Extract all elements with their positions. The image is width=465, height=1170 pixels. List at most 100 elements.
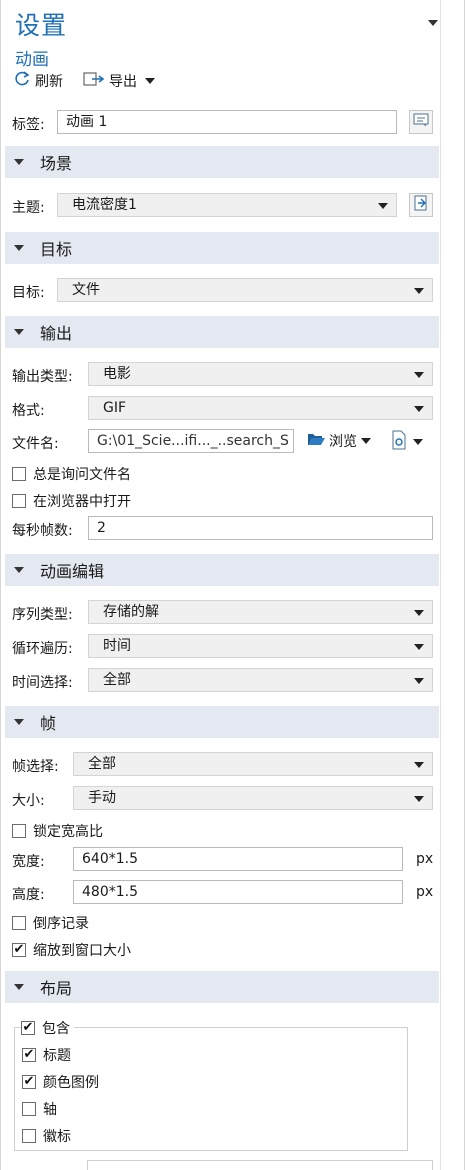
collapse-icon xyxy=(14,567,24,573)
height-input[interactable]: 480*1.5 xyxy=(73,880,403,904)
section-animation-editing[interactable]: 动画编辑 xyxy=(5,554,439,586)
target-row: 目标: xyxy=(12,282,45,302)
width-unit: px xyxy=(416,851,434,867)
go-to-source-icon xyxy=(413,195,429,215)
collapse-icon xyxy=(14,719,24,725)
always-ask-checkbox[interactable] xyxy=(12,467,26,481)
height-label: 高度: xyxy=(12,887,45,903)
target-select[interactable]: 文件 xyxy=(57,278,433,302)
toolbar: 刷新 导出 xyxy=(13,70,155,92)
section-frames[interactable]: 帧 xyxy=(5,706,439,738)
chevron-down-icon xyxy=(414,762,424,768)
reverse-label: 倒序记录 xyxy=(33,916,89,932)
panel-menu-chevron-icon[interactable] xyxy=(428,15,438,31)
time-selection-value: 全部 xyxy=(103,672,131,688)
file-location-dropdown-icon xyxy=(413,434,423,450)
fit-window-label: 缩放到窗口大小 xyxy=(33,943,131,959)
fit-window-checkbox[interactable]: ✔ xyxy=(12,943,26,957)
output-type-row: 输出类型: xyxy=(12,366,73,386)
refresh-label: 刷新 xyxy=(35,74,63,90)
export-icon xyxy=(83,71,105,91)
export-button[interactable]: 导出 xyxy=(83,71,155,91)
frame-selection-value: 全部 xyxy=(88,756,116,772)
sequence-type-row: 序列类型: xyxy=(12,604,73,624)
partial-next-field xyxy=(87,1160,433,1170)
browse-label: 浏览 xyxy=(329,434,357,450)
fps-row: 每秒帧数: xyxy=(12,520,73,540)
lock-ratio-checkbox[interactable] xyxy=(12,824,26,838)
axis-checkbox[interactable] xyxy=(22,1102,36,1116)
chevron-down-icon xyxy=(414,372,424,378)
open-in-browser-label: 在浏览器中打开 xyxy=(33,494,131,510)
logo-label: 徽标 xyxy=(43,1129,71,1145)
axis-label: 轴 xyxy=(43,1102,57,1118)
file-location-icon xyxy=(391,430,409,454)
frame-selection-row: 帧选择: xyxy=(12,756,59,776)
collapse-icon xyxy=(14,245,24,251)
section-scene[interactable]: 场景 xyxy=(5,146,439,178)
section-frames-title: 帧 xyxy=(40,714,57,733)
browse-dropdown-icon xyxy=(361,433,371,449)
sequence-type-select[interactable]: 存储的解 xyxy=(88,600,433,624)
color-legend-checkbox[interactable]: ✔ xyxy=(22,1075,36,1089)
loop-select[interactable]: 时间 xyxy=(88,634,433,658)
frame-selection-select[interactable]: 全部 xyxy=(73,752,433,776)
logo-checkbox[interactable] xyxy=(22,1129,36,1143)
filename-label: 文件名: xyxy=(12,436,59,452)
height-unit: px xyxy=(416,884,434,900)
label-field-label: 标签: xyxy=(12,117,45,133)
section-animation-editing-title: 动画编辑 xyxy=(40,562,105,581)
collapse-icon xyxy=(14,159,24,165)
section-target[interactable]: 目标 xyxy=(5,232,439,264)
time-selection-row: 时间选择: xyxy=(12,672,73,692)
title-row[interactable]: ✔ 标题 xyxy=(22,1045,71,1065)
reverse-checkbox[interactable] xyxy=(12,916,26,930)
chevron-down-icon xyxy=(378,203,388,209)
logo-row[interactable]: 徽标 xyxy=(22,1126,71,1146)
include-checkbox[interactable]: ✔ xyxy=(21,1021,35,1035)
output-type-select[interactable]: 电影 xyxy=(88,362,433,386)
filename-input[interactable]: G:\01_Scie...ifi..._..search_S xyxy=(88,429,294,453)
frame-selection-label: 帧选择: xyxy=(12,759,59,775)
width-input[interactable]: 640*1.5 xyxy=(73,847,403,871)
label-editor-button[interactable] xyxy=(409,110,433,134)
title-label: 标题 xyxy=(43,1048,71,1064)
file-location-button[interactable] xyxy=(391,430,423,454)
color-legend-row[interactable]: ✔ 颜色图例 xyxy=(22,1072,99,1092)
section-layout[interactable]: 布局 xyxy=(5,971,439,1003)
chevron-down-icon xyxy=(414,678,424,684)
fps-label: 每秒帧数: xyxy=(12,523,73,539)
subject-value: 电流密度1 xyxy=(72,197,137,213)
subject-select[interactable]: 电流密度1 xyxy=(57,193,397,217)
fit-window-row[interactable]: ✔ 缩放到窗口大小 xyxy=(12,940,131,960)
axis-row[interactable]: 轴 xyxy=(22,1099,57,1119)
open-in-browser-row[interactable]: 在浏览器中打开 xyxy=(12,491,131,511)
open-in-browser-checkbox[interactable] xyxy=(12,494,26,508)
time-selection-select[interactable]: 全部 xyxy=(88,668,433,692)
filename-row: 文件名: xyxy=(12,433,59,453)
section-output-title: 输出 xyxy=(40,324,73,343)
label-input[interactable]: 动画 1 xyxy=(57,110,397,134)
fps-input[interactable]: 2 xyxy=(88,516,433,540)
width-row: 宽度: xyxy=(12,851,45,871)
section-output[interactable]: 输出 xyxy=(5,316,439,348)
collapse-icon xyxy=(14,329,24,335)
subject-label: 主题: xyxy=(12,200,45,216)
format-select[interactable]: GIF xyxy=(88,396,433,420)
refresh-button[interactable]: 刷新 xyxy=(13,70,63,92)
always-ask-row[interactable]: 总是询问文件名 xyxy=(12,464,131,484)
include-row[interactable]: ✔ 包含 xyxy=(21,1018,74,1038)
vertical-scrollbar[interactable] xyxy=(440,0,464,1170)
browse-button[interactable]: 浏览 xyxy=(307,431,371,451)
target-value: 文件 xyxy=(72,282,100,298)
lock-ratio-row[interactable]: 锁定宽高比 xyxy=(12,821,103,841)
chevron-down-icon xyxy=(414,644,424,650)
go-to-source-button[interactable] xyxy=(409,193,433,217)
title-checkbox[interactable]: ✔ xyxy=(22,1048,36,1062)
include-label: 包含 xyxy=(42,1021,70,1037)
export-dropdown-icon[interactable] xyxy=(145,73,155,89)
panel-title: 设置 xyxy=(15,11,68,40)
size-select[interactable]: 手动 xyxy=(73,786,433,810)
size-row: 大小: xyxy=(12,790,45,810)
reverse-row[interactable]: 倒序记录 xyxy=(12,913,89,933)
